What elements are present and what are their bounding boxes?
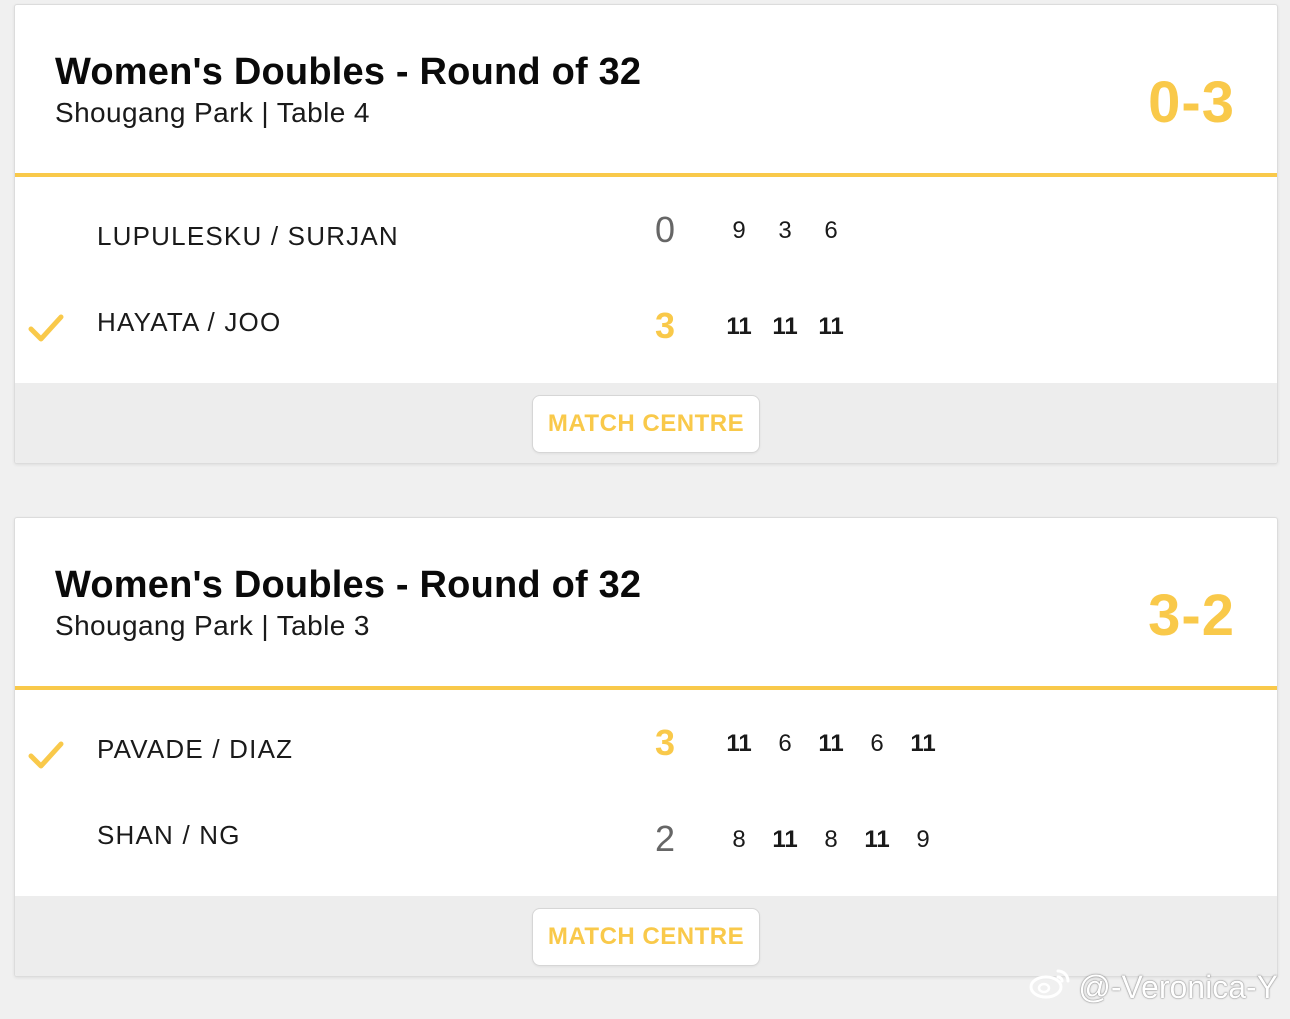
game-score: 11 [726, 730, 752, 757]
match-venue: Shougang Park | Table 3 [55, 610, 370, 641]
team-name: PAVADE / DIAZ [97, 734, 294, 764]
sets-won: 0 [654, 209, 676, 250]
match-title: Women's Doubles - Round of 32 [55, 51, 642, 93]
team-name: SHAN / NG [97, 820, 241, 850]
accent-divider [15, 686, 1277, 690]
match-header: Women's Doubles - Round of 32 Shougang P… [15, 518, 1277, 686]
sets-won: 2 [654, 818, 676, 859]
game-score: 3 [778, 217, 792, 244]
team-name: LUPULESKU / SURJAN [97, 221, 399, 251]
team-row: SHAN / NG 2 8 11 8 11 9 [15, 794, 1277, 874]
game-score: 11 [772, 313, 798, 340]
game-score: 9 [916, 826, 930, 853]
game-score: 8 [732, 826, 746, 853]
team-row: PAVADE / DIAZ 3 11 6 11 6 11 [15, 708, 1277, 788]
match-card: Women's Doubles - Round of 32 Shougang P… [14, 517, 1278, 977]
watermark: @-Veronica-Y [1028, 965, 1278, 1009]
weibo-icon [1028, 965, 1072, 1009]
accent-divider [15, 173, 1277, 177]
game-score: 11 [818, 730, 844, 757]
game-score: 6 [870, 730, 884, 757]
game-score: 9 [732, 217, 746, 244]
sets-won: 3 [654, 722, 676, 763]
team-row: LUPULESKU / SURJAN 0 9 3 6 [15, 195, 1277, 275]
watermark-text: @-Veronica-Y [1078, 968, 1278, 1005]
sets-won: 3 [654, 305, 676, 346]
game-score: 11 [772, 826, 798, 853]
match-venue: Shougang Park | Table 4 [55, 97, 370, 128]
match-centre-button[interactable]: MATCH CENTRE [532, 908, 760, 966]
game-score: 11 [818, 313, 844, 340]
checkmark-icon [27, 311, 65, 345]
team-row: HAYATA / JOO 3 11 11 11 [15, 281, 1277, 361]
game-score: 11 [910, 730, 936, 757]
game-score: 11 [726, 313, 752, 340]
game-score: 8 [824, 826, 838, 853]
game-score: 6 [824, 217, 838, 244]
match-centre-button[interactable]: MATCH CENTRE [532, 395, 760, 453]
match-card: Women's Doubles - Round of 32 Shougang P… [14, 4, 1278, 464]
match-title: Women's Doubles - Round of 32 [55, 564, 642, 606]
team-name: HAYATA / JOO [97, 307, 282, 337]
checkmark-icon [27, 738, 65, 772]
overall-score: 0-3 [1148, 70, 1235, 135]
match-header: Women's Doubles - Round of 32 Shougang P… [15, 5, 1277, 173]
card-footer: MATCH CENTRE [15, 896, 1277, 976]
overall-score: 3-2 [1148, 583, 1235, 648]
card-footer: MATCH CENTRE [15, 383, 1277, 463]
game-score: 6 [778, 730, 792, 757]
game-score: 11 [864, 826, 890, 853]
